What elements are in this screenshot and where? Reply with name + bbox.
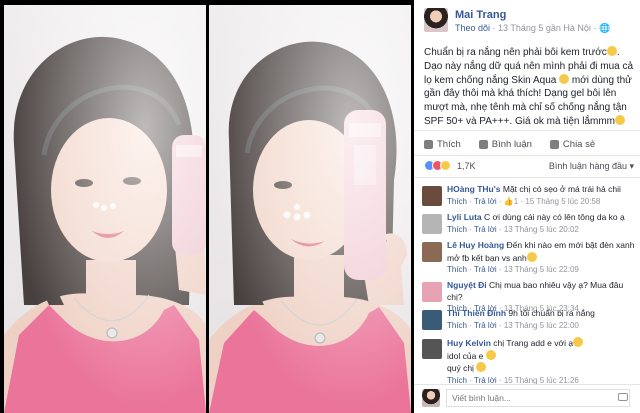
comment-actions: Thích · Trả lời · 13 Tháng 5 lúc 20:02 — [447, 224, 579, 234]
comment-time[interactable]: · 👍1 · 15 Tháng 5 lúc 20:58 — [497, 197, 600, 206]
globe-icon: 🌐 — [598, 23, 611, 33]
comment-time[interactable]: · 13 Tháng 5 lúc 20:02 — [497, 225, 579, 234]
commenter-avatar[interactable] — [422, 242, 442, 262]
comment-like-link[interactable]: Thích — [447, 321, 467, 330]
comment-icon — [478, 139, 488, 149]
comment-actions: Thích · Trả lời · 👍1 · 15 Tháng 5 lúc 20… — [447, 196, 601, 206]
share-label: Chia sẻ — [562, 138, 596, 150]
photo-left — [4, 5, 206, 413]
comment-reply-link[interactable]: Trả lời — [474, 197, 497, 206]
divider — [414, 384, 640, 385]
divider — [414, 177, 640, 178]
share-button[interactable]: Chia sẻ — [549, 136, 596, 152]
comment-time[interactable]: · 13 Tháng 5 lúc 22:00 — [497, 321, 579, 330]
comment-button[interactable]: Bình luận — [478, 136, 532, 152]
post-panel: Mai Trang Theo dõi · 13 Tháng 5 gần Hà N… — [414, 0, 640, 413]
comment-reply-link[interactable]: Trả lời — [474, 321, 497, 330]
thumbs-up-icon — [424, 139, 433, 149]
divider — [414, 130, 640, 131]
smile-emoji-icon — [606, 46, 617, 56]
comment-text: C ơi dùng cái này có lên tông da ko ạ — [481, 212, 625, 222]
reaction-count[interactable]: 1,7K — [457, 161, 476, 171]
photo-viewer[interactable] — [0, 0, 414, 413]
comment-time[interactable]: · 13 Tháng 5 lúc 22:09 — [497, 265, 579, 274]
smile-emoji-icon — [476, 362, 487, 372]
commenter-avatar[interactable] — [422, 339, 442, 359]
like-label: Thích — [437, 138, 461, 150]
comment-text: 9h tối chuẩn bị ra nắng — [506, 308, 595, 318]
reply-box — [422, 388, 634, 408]
haha-reaction-icon[interactable] — [440, 160, 451, 171]
post-actions: Thích Bình luận Chia sẻ — [424, 136, 630, 152]
happy-emoji-icon — [615, 114, 626, 125]
smile-emoji-icon — [526, 251, 537, 262]
divider — [414, 155, 640, 156]
commenter-avatar[interactable] — [422, 214, 442, 234]
smile-emoji-icon — [485, 349, 496, 360]
comment-text-line-2: idol của e — [447, 350, 484, 361]
comment-sort-dropdown[interactable]: Bình luận hàng đầu ▾ — [549, 161, 634, 172]
comment-text: chị Trang add e với ạ — [490, 338, 574, 348]
photo-right — [209, 5, 411, 413]
commenter-name[interactable]: Lyli Luta — [447, 212, 482, 222]
reactions-bar: 1,7K Bình luận hàng đầu ▾ — [424, 159, 634, 173]
comment-text-line-3: quý chị — [447, 363, 474, 373]
author-avatar[interactable] — [424, 8, 448, 32]
comment-reply-link[interactable]: Trả lời — [474, 265, 497, 274]
commenter-name[interactable]: Huy Kelvin — [447, 338, 491, 348]
comment-like-link[interactable]: Thích — [447, 225, 467, 234]
post-caption: Chuẩn bị ra nắng nên phải bôi kem trước.… — [424, 46, 636, 129]
comment-actions: Thích · Trả lời · 13 Tháng 5 lúc 22:00 — [447, 320, 579, 330]
commenter-avatar[interactable] — [422, 282, 442, 302]
commenter-name[interactable]: Lê Huy Hoàng — [447, 240, 504, 250]
commenter-name[interactable]: HOàng THu's — [447, 184, 501, 194]
post-meta: Theo dõi · 13 Tháng 5 gần Hà Nội · 🌐 — [455, 23, 610, 34]
like-button[interactable]: Thích — [424, 136, 461, 152]
camera-icon[interactable] — [618, 393, 628, 401]
comment-input[interactable] — [446, 389, 630, 407]
grin-emoji-icon — [559, 73, 570, 84]
comment-text: Mặt chị có sẹo ở má trái hả chii — [500, 184, 621, 194]
follow-link[interactable]: Theo dõi — [455, 23, 490, 33]
commenter-avatar[interactable] — [422, 310, 442, 330]
post-time-location[interactable]: · 13 Tháng 5 gần Hà Nội · — [490, 23, 599, 33]
comment-actions: Thích · Trả lời · 13 Tháng 5 lúc 22:09 — [447, 265, 579, 274]
current-user-avatar — [422, 389, 440, 407]
comment-like-link[interactable]: Thích — [447, 265, 467, 274]
commenter-name[interactable]: Thi Thiên Đình — [447, 308, 506, 318]
author-name[interactable]: Mai Trang — [455, 9, 506, 21]
comment-reply-link[interactable]: Trả lời — [474, 225, 497, 234]
share-icon — [549, 139, 559, 149]
post-header: Mai Trang Theo dõi · 13 Tháng 5 gần Hà N… — [424, 8, 634, 38]
commenter-name[interactable]: Nguyệt Đi — [447, 280, 487, 290]
comment-like-link[interactable]: Thích — [447, 197, 467, 206]
caption-part-1: Chuẩn bị ra nắng nên phải bôi kem trước — [424, 47, 607, 58]
comment-label: Bình luận — [491, 138, 532, 150]
smile-emoji-icon — [573, 337, 584, 347]
commenter-avatar[interactable] — [422, 186, 442, 206]
